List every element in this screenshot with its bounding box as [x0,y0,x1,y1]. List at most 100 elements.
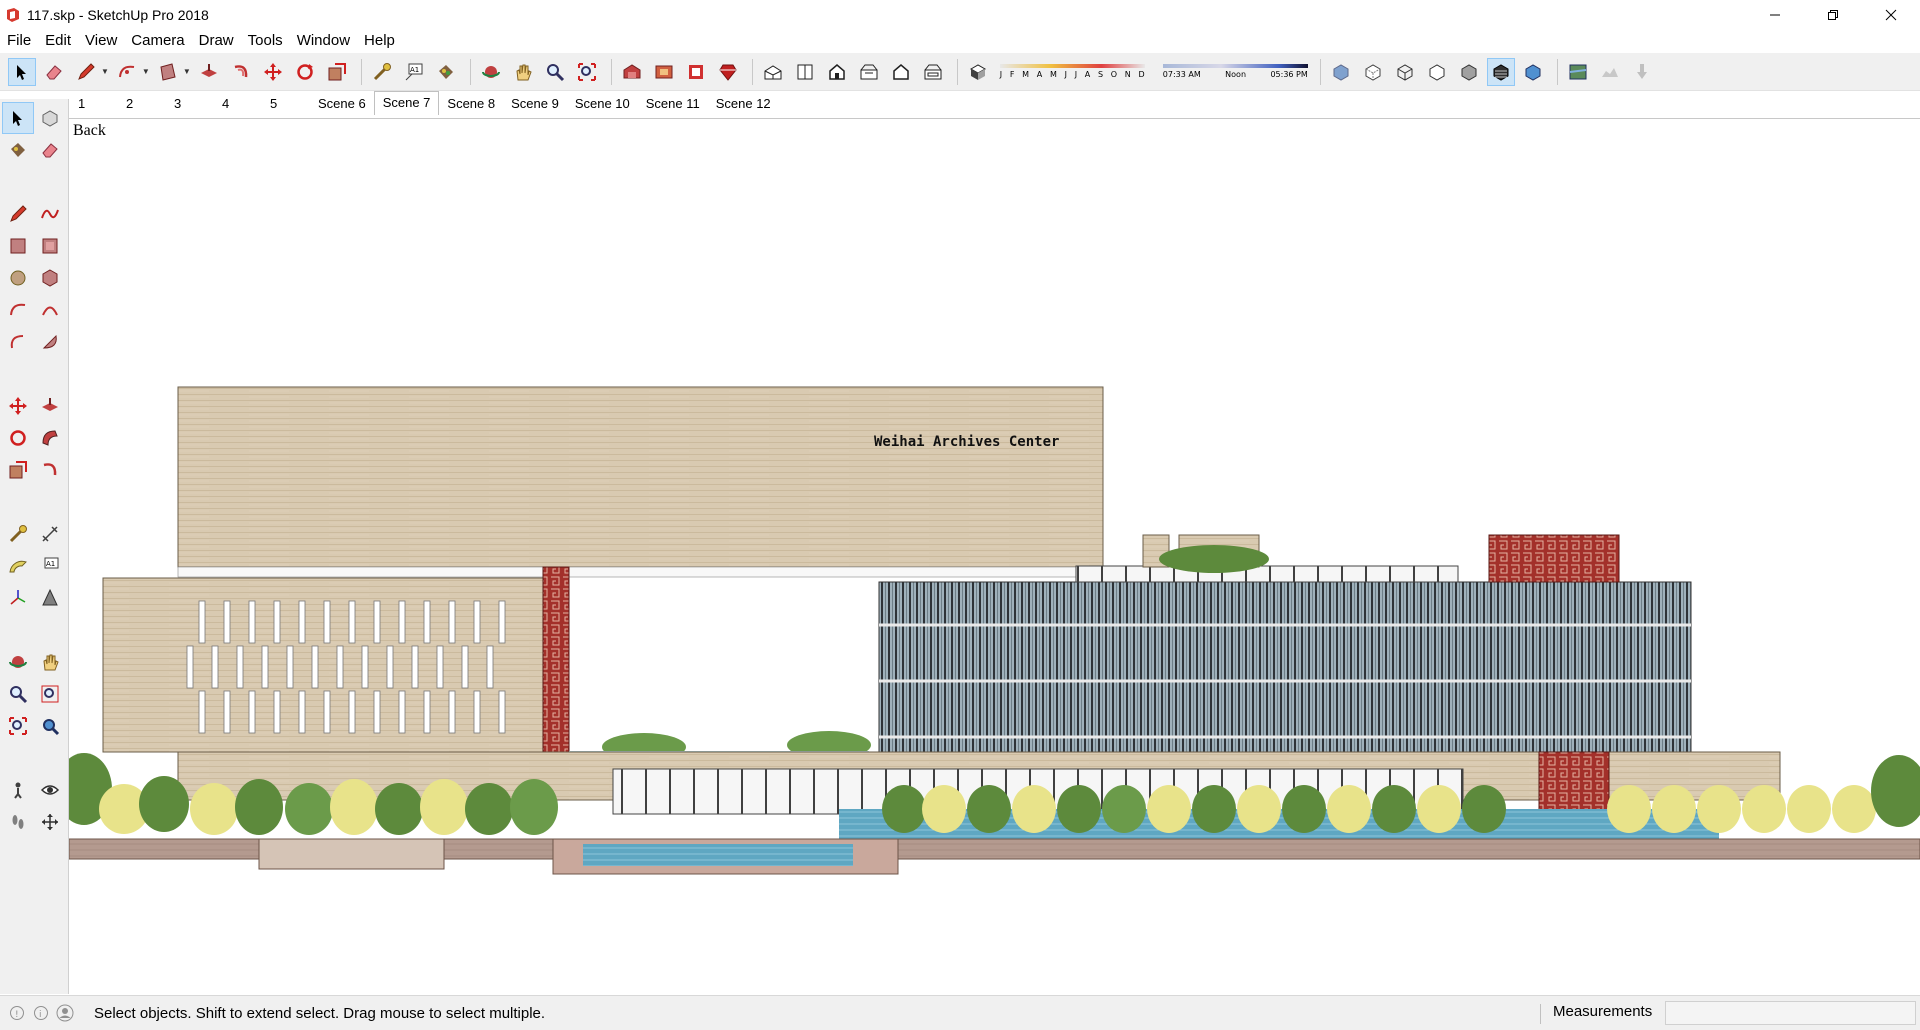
scene-tab-8[interactable]: Scene 8 [439,93,503,115]
scene-tab-1[interactable]: 1 [70,93,118,115]
menu-tools[interactable]: Tools [241,29,290,53]
credits-icon[interactable]: i [30,1002,52,1024]
scene-tab-3[interactable]: 3 [166,93,214,115]
follow-me-tool[interactable] [34,422,66,454]
scene-tab-10[interactable]: Scene 10 [567,93,638,115]
rotated-rectangle-tool[interactable] [34,230,66,262]
tape-measure-tool[interactable] [2,518,34,550]
menu-file[interactable]: File [0,29,38,53]
move-tool[interactable] [2,390,34,422]
select-tool[interactable] [2,102,34,134]
rotate-tool[interactable] [2,422,34,454]
month-slider-track[interactable] [999,64,1145,68]
offset-tool[interactable] [34,454,66,486]
scene-tab-2[interactable]: 2 [118,93,166,115]
shaded-button[interactable] [1455,58,1483,86]
geolocation-icon[interactable]: ! [6,1002,28,1024]
tape-measure-button[interactable] [368,58,396,86]
send-to-layout-button[interactable] [682,58,710,86]
position-camera-tool[interactable] [2,774,34,806]
red-panel-column-left[interactable] [542,566,570,753]
3d-text-tool[interactable] [34,582,66,614]
shaded-textures-button[interactable] [1486,57,1515,86]
right-view-button[interactable] [855,58,883,86]
polygon-tool[interactable] [34,262,66,294]
zoom-window-tool[interactable] [34,678,66,710]
menu-window[interactable]: Window [290,29,357,53]
user-account-icon[interactable] [54,1002,76,1024]
shadow-date-slider[interactable]: J F M A M J J A S O N D [999,64,1145,79]
menu-view[interactable]: View [78,29,124,53]
eraser-tool[interactable] [34,134,66,166]
front-view-button[interactable] [823,58,851,86]
minimize-button[interactable] [1746,0,1804,29]
zoom-extents-button[interactable] [573,58,601,86]
three-point-arc-tool[interactable] [2,326,34,358]
scale-tool[interactable] [2,454,34,486]
iso-view-button[interactable] [759,58,787,86]
monochrome-button[interactable] [1519,58,1547,86]
zoom-button[interactable] [541,58,569,86]
scene-tab-6[interactable]: Scene 6 [310,93,374,115]
left-stone-volume[interactable] [102,577,564,753]
eraser-tool-button[interactable] [40,58,68,86]
scene-tab-9[interactable]: Scene 9 [503,93,567,115]
orbit-button[interactable] [477,58,505,86]
two-point-arc-tool[interactable] [34,294,66,326]
line-tool-dropdown-icon[interactable]: ▼ [101,67,109,76]
close-button[interactable] [1862,0,1920,29]
make-component-tool[interactable] [34,102,66,134]
zoom-extents-tool[interactable] [2,710,34,742]
scene-tab-5[interactable]: 5 [262,93,310,115]
select-tool-button[interactable] [8,57,36,86]
3d-warehouse-button[interactable] [618,58,646,86]
axes-tool[interactable] [2,582,34,614]
look-around-tool[interactable] [34,774,66,806]
rectangle-tool[interactable] [2,230,34,262]
zoom-tool[interactable] [2,678,34,710]
push-pull-tool[interactable] [34,390,66,422]
red-panel-roof[interactable] [1488,534,1620,583]
menu-help[interactable]: Help [357,29,402,53]
offset-tool-button[interactable] [227,58,255,86]
restore-button[interactable] [1804,0,1862,29]
top-view-button[interactable] [791,58,819,86]
menu-edit[interactable]: Edit [38,29,78,53]
section-plane-tool[interactable] [34,806,66,838]
walk-tool[interactable] [2,806,34,838]
back-view-button[interactable] [887,58,915,86]
circle-tool[interactable] [2,262,34,294]
upper-stone-block[interactable] [177,386,1104,568]
scene-tab-12[interactable]: Scene 12 [708,93,779,115]
photo-textures-button[interactable] [1628,58,1656,86]
shadow-time-slider[interactable]: 07:33 AM Noon 05:36 PM [1162,64,1308,79]
xray-button[interactable] [1327,58,1355,86]
shape-tool-button[interactable] [154,58,182,86]
line-tool[interactable] [2,198,34,230]
scale-tool-button[interactable] [323,58,351,86]
text-tool-button[interactable]: A1 [400,58,428,86]
glass-facade-volume[interactable] [878,581,1692,753]
add-location-button[interactable] [1564,58,1592,86]
time-slider-track[interactable] [1162,64,1308,68]
paint-bucket-button[interactable] [432,58,460,86]
arc-tool-button[interactable] [113,58,141,86]
shadows-toggle-button[interactable] [964,58,992,86]
rotate-tool-button[interactable] [291,58,319,86]
dimension-tool[interactable] [34,518,66,550]
paint-bucket-tool[interactable] [2,134,34,166]
extension-manager-button[interactable] [714,58,742,86]
pan-button[interactable] [509,58,537,86]
freehand-tool[interactable] [34,198,66,230]
menu-camera[interactable]: Camera [124,29,191,53]
extension-warehouse-button[interactable] [650,58,678,86]
toggle-terrain-button[interactable] [1596,58,1624,86]
push-pull-tool-button[interactable] [195,58,223,86]
move-tool-button[interactable] [259,58,287,86]
arc-tool[interactable] [2,294,34,326]
orbit-tool[interactable] [2,646,34,678]
scene-tab-4[interactable]: 4 [214,93,262,115]
line-tool-button[interactable] [72,58,100,86]
building-elevation[interactable]: Weihai Archives Center [69,119,1920,995]
pan-tool[interactable] [34,646,66,678]
